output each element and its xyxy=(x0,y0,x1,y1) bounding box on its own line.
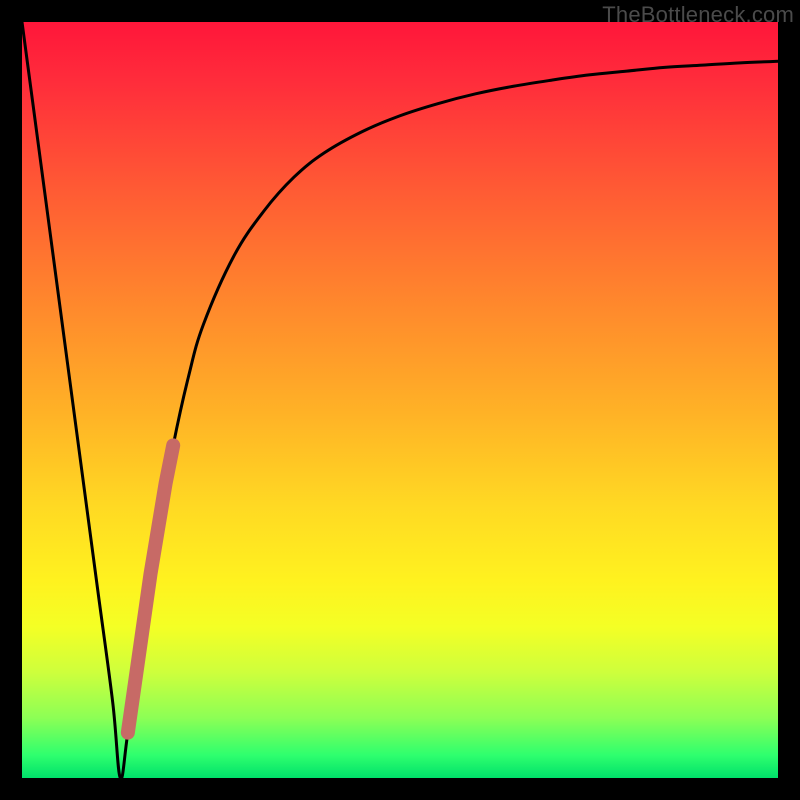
chart-svg xyxy=(22,22,778,778)
plot-area xyxy=(22,22,778,778)
watermark-text: TheBottleneck.com xyxy=(602,2,794,28)
chart-frame: TheBottleneck.com xyxy=(0,0,800,800)
highlight-segment xyxy=(128,445,173,732)
curve-layer xyxy=(22,22,778,779)
